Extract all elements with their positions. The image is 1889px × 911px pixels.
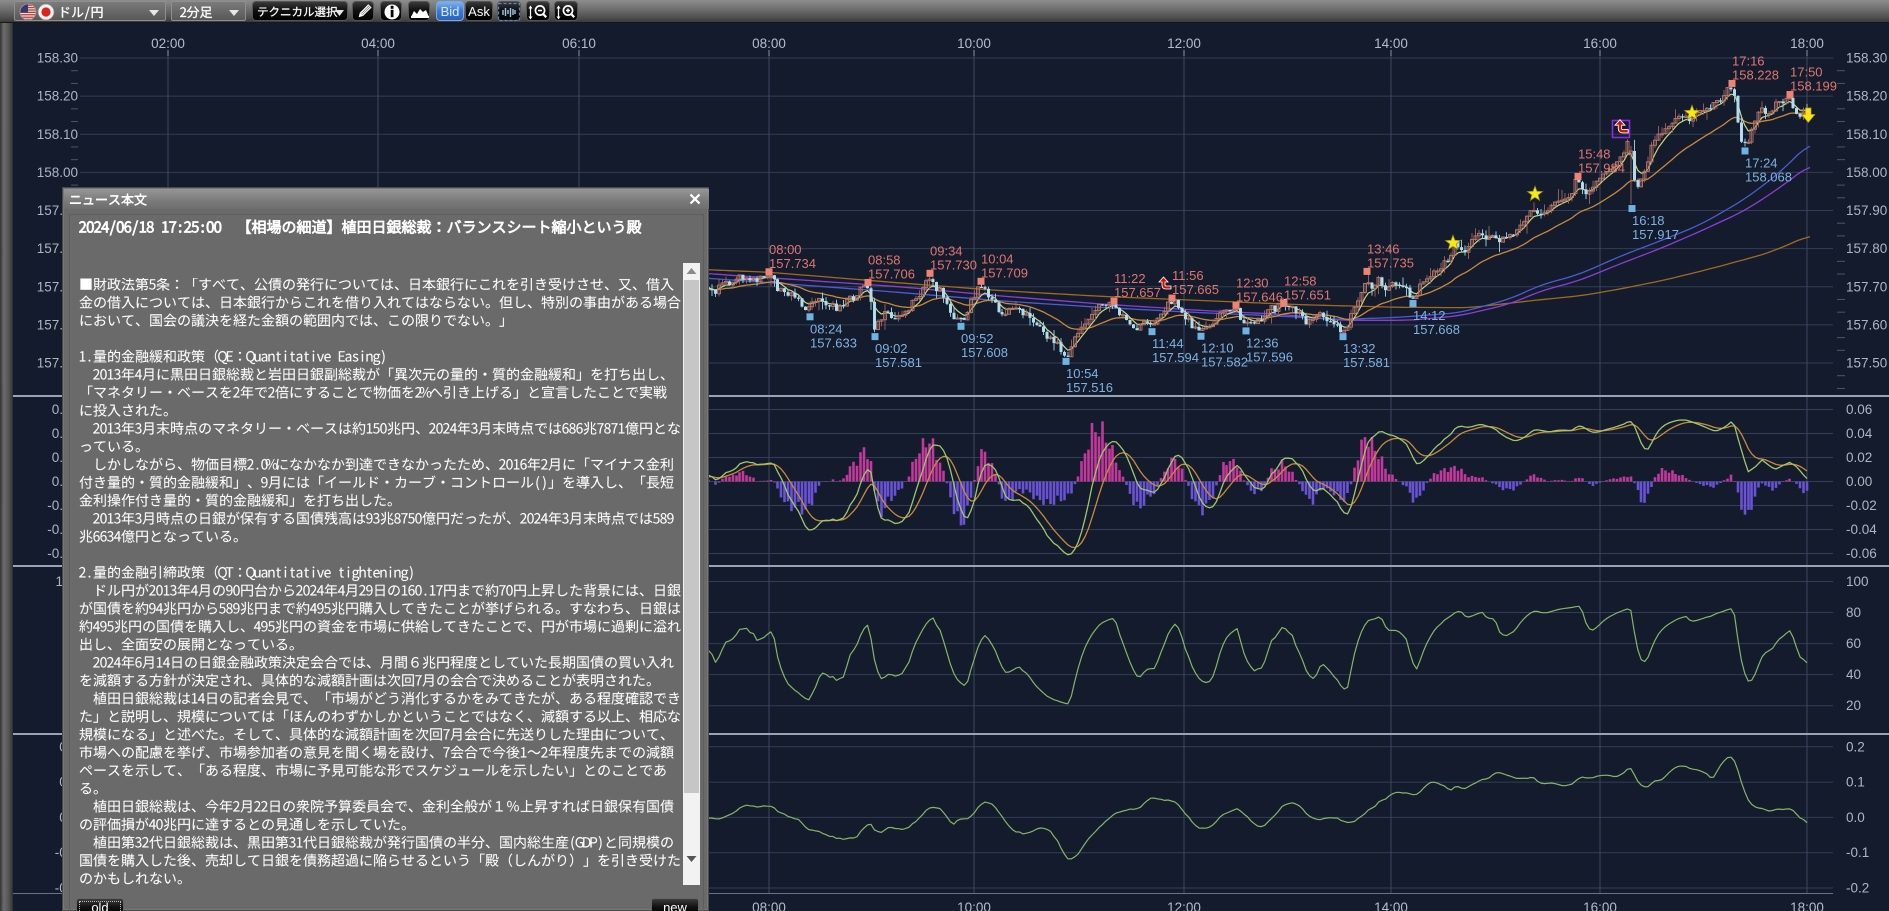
svg-text:-0.06: -0.06 <box>1846 546 1877 561</box>
svg-text:08:00: 08:00 <box>752 36 786 51</box>
svg-text:12:10: 12:10 <box>1201 341 1234 356</box>
svg-text:12:30: 12:30 <box>1236 275 1269 290</box>
svg-text:11:56: 11:56 <box>1172 268 1204 283</box>
svg-text:157.984: 157.984 <box>1578 160 1625 175</box>
svg-text:09:02: 09:02 <box>875 341 908 356</box>
svg-text:157.581: 157.581 <box>875 355 922 370</box>
svg-text:-0.2: -0.2 <box>1846 881 1869 896</box>
svg-text:15:48: 15:48 <box>1578 146 1611 161</box>
svg-text:18:00: 18:00 <box>1790 36 1824 51</box>
svg-text:40: 40 <box>1846 667 1861 682</box>
svg-text:10:54: 10:54 <box>1066 366 1099 381</box>
svg-text:08:58: 08:58 <box>868 252 901 267</box>
svg-text:100: 100 <box>1846 574 1869 589</box>
svg-text:16:00: 16:00 <box>1583 36 1617 51</box>
svg-text:158.20: 158.20 <box>37 89 78 104</box>
svg-text:157.646: 157.646 <box>1236 289 1283 304</box>
svg-text:157.730: 157.730 <box>930 257 977 272</box>
svg-text:157.60: 157.60 <box>1846 317 1887 332</box>
svg-text:10:00: 10:00 <box>957 36 991 51</box>
svg-text:158.199: 158.199 <box>1790 79 1837 94</box>
svg-text:09:34: 09:34 <box>930 243 963 258</box>
svg-text:157.596: 157.596 <box>1246 349 1293 364</box>
svg-text:10:04: 10:04 <box>981 251 1014 266</box>
svg-text:12:00: 12:00 <box>1167 36 1201 51</box>
svg-text:158.20: 158.20 <box>1846 89 1887 104</box>
svg-text:158.30: 158.30 <box>37 51 78 66</box>
svg-text:158.068: 158.068 <box>1745 169 1792 184</box>
svg-text:18:00: 18:00 <box>1790 900 1824 911</box>
svg-text:17:50: 17:50 <box>1790 65 1823 80</box>
svg-text:11:22: 11:22 <box>1114 271 1146 286</box>
svg-text:17:24: 17:24 <box>1745 155 1778 170</box>
svg-text:14:00: 14:00 <box>1374 36 1408 51</box>
svg-text:0.04: 0.04 <box>1846 426 1873 441</box>
svg-text:157.608: 157.608 <box>961 345 1008 360</box>
svg-text:08:24: 08:24 <box>810 321 843 336</box>
svg-text:157.917: 157.917 <box>1632 227 1679 242</box>
svg-text:16:00: 16:00 <box>1583 900 1617 911</box>
svg-text:157.633: 157.633 <box>810 335 857 350</box>
svg-text:158.30: 158.30 <box>1846 51 1887 66</box>
svg-text:157.516: 157.516 <box>1066 380 1113 395</box>
svg-text:06:10: 06:10 <box>562 36 596 51</box>
svg-text:157.657: 157.657 <box>1114 285 1161 300</box>
svg-text:20: 20 <box>1846 698 1861 713</box>
svg-text:157.735: 157.735 <box>1367 255 1414 270</box>
svg-text:08:00: 08:00 <box>752 900 786 911</box>
svg-text:158.00: 158.00 <box>1846 165 1887 180</box>
svg-text:157.581: 157.581 <box>1343 355 1390 370</box>
svg-text:12:58: 12:58 <box>1284 273 1317 288</box>
svg-text:157.706: 157.706 <box>868 266 915 281</box>
svg-text:157.50: 157.50 <box>1846 356 1887 371</box>
svg-text:158.228: 158.228 <box>1732 67 1779 82</box>
svg-text:157.665: 157.665 <box>1172 282 1219 297</box>
svg-text:158.10: 158.10 <box>1846 127 1887 142</box>
svg-text:0.02: 0.02 <box>1846 450 1872 465</box>
svg-text:04:00: 04:00 <box>361 36 395 51</box>
svg-text:14:12: 14:12 <box>1413 308 1446 323</box>
svg-text:157.651: 157.651 <box>1284 287 1331 302</box>
svg-text:157.709: 157.709 <box>981 265 1028 280</box>
svg-text:158.10: 158.10 <box>37 127 78 142</box>
svg-text:10:00: 10:00 <box>957 900 991 911</box>
svg-text:157.594: 157.594 <box>1152 350 1199 365</box>
svg-text:14:00: 14:00 <box>1374 900 1408 911</box>
svg-text:13:32: 13:32 <box>1343 341 1376 356</box>
svg-text:0.06: 0.06 <box>1846 402 1872 417</box>
svg-text:13:46: 13:46 <box>1367 241 1400 256</box>
svg-text:60: 60 <box>1846 636 1861 651</box>
svg-text:157.80: 157.80 <box>1846 241 1887 256</box>
svg-text:157.668: 157.668 <box>1413 322 1460 337</box>
svg-text:0.0: 0.0 <box>1846 810 1865 825</box>
svg-text:12:00: 12:00 <box>1167 900 1201 911</box>
svg-text:08:00: 08:00 <box>769 242 802 257</box>
svg-text:80: 80 <box>1846 605 1861 620</box>
svg-text:157.70: 157.70 <box>1846 279 1887 294</box>
svg-text:16:18: 16:18 <box>1632 213 1665 228</box>
svg-text:02:00: 02:00 <box>151 36 185 51</box>
svg-text:158.00: 158.00 <box>37 165 78 180</box>
svg-text:11:44: 11:44 <box>1152 336 1184 351</box>
svg-text:17:16: 17:16 <box>1732 53 1765 68</box>
svg-text:157.734: 157.734 <box>769 256 816 271</box>
svg-text:0.2: 0.2 <box>1846 739 1865 754</box>
svg-text:157.90: 157.90 <box>1846 203 1887 218</box>
svg-text:0.00: 0.00 <box>1846 474 1872 489</box>
svg-text:-0.1: -0.1 <box>1846 845 1869 860</box>
svg-text:157.582: 157.582 <box>1201 355 1248 370</box>
svg-text:09:52: 09:52 <box>961 331 994 346</box>
svg-text:-0.02: -0.02 <box>1846 498 1877 513</box>
svg-text:0.1: 0.1 <box>1846 775 1865 790</box>
svg-text:-0.04: -0.04 <box>1846 522 1877 537</box>
svg-text:12:36: 12:36 <box>1246 335 1279 350</box>
